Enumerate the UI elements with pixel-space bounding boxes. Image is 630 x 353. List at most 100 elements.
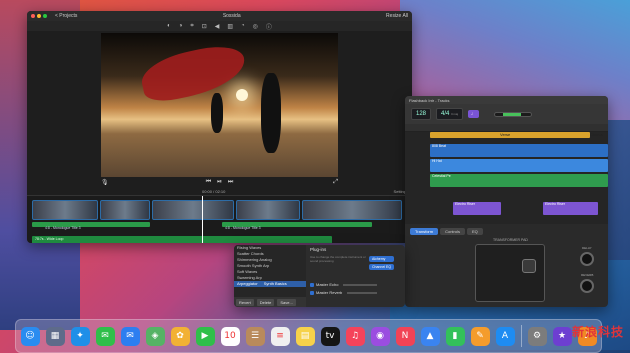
window-title: Sossida [222, 13, 241, 19]
skip-forward-icon[interactable]: ⏭ [228, 179, 233, 186]
transform-title: TRANSFORMER PAD [493, 238, 528, 242]
transformer-pad[interactable] [475, 244, 545, 302]
playhead[interactable] [202, 196, 203, 243]
master-reverb-label: Master Reverb [316, 290, 343, 295]
checkbox-icon[interactable] [310, 282, 314, 287]
track-name: Hi Hat [432, 159, 442, 163]
tracks-area: Verse Chorus 808 Beat Hi Hat Celestial P… [405, 132, 608, 224]
mic-icon[interactable]: 🎙 [101, 179, 109, 186]
news-icon[interactable]: N [395, 326, 415, 346]
alchemy-plugin[interactable]: Alchemy [369, 256, 395, 262]
imovie-icon[interactable]: ★ [552, 326, 572, 346]
clip-label: 4:8 - Monologue Title 3 [225, 226, 261, 230]
person-right [261, 73, 281, 153]
color-balance-icon[interactable]: ◐ [167, 23, 171, 29]
revert-button[interactable]: Revert [236, 298, 254, 306]
speed-icon[interactable]: ◔ [241, 23, 245, 29]
messages-icon[interactable]: ✉ [95, 326, 115, 346]
zoom-button[interactable] [43, 14, 47, 18]
system-preferences-icon[interactable]: ⚙ [527, 326, 547, 346]
video-viewer[interactable] [101, 33, 338, 177]
timeline-clip[interactable] [152, 200, 234, 220]
maps-icon[interactable]: ◈ [145, 326, 165, 346]
reminders-icon[interactable]: ≡ [270, 326, 290, 346]
play-pause-icon[interactable]: ⏯ [217, 179, 222, 186]
keynote-icon[interactable]: ▲ [420, 326, 440, 346]
info-icon[interactable]: ⓘ [266, 22, 272, 31]
timeline[interactable]: 4:8 - Monologue Title 3 4:8 - Monologue … [27, 195, 412, 243]
tab-transform[interactable]: Transform [410, 228, 439, 235]
track-region[interactable] [430, 174, 608, 187]
smart-controls-tabs: Transform Controls EQ [410, 228, 483, 235]
track-region[interactable] [430, 159, 608, 172]
app-store-icon[interactable]: A [495, 326, 515, 346]
timeline-clip[interactable] [236, 200, 300, 220]
key-label: Cmaj [451, 112, 459, 116]
save-button[interactable]: Save... [277, 298, 296, 306]
preset-list[interactable]: Rising Waves Scatter Chords Shimmering A… [234, 245, 306, 297]
fullscreen-icon[interactable]: ⤢ [333, 179, 338, 186]
reverb-slider[interactable] [347, 291, 378, 294]
master-reverb-row: Master Reverb [310, 290, 403, 295]
launchpad-icon[interactable]: ▦ [45, 326, 65, 346]
tuner-icon[interactable]: ♩ [468, 110, 480, 118]
skip-back-icon[interactable]: ⏮ [206, 179, 211, 186]
playback-controls: 🎙 ⏮ ⏯ ⏭ ⤢ [101, 177, 338, 187]
calendar-icon[interactable]: 10 [220, 326, 240, 346]
reverb-knob[interactable] [580, 279, 594, 293]
volume-icon[interactable]: ◀ [215, 23, 220, 30]
music-icon[interactable]: ♫ [345, 326, 365, 346]
crop-icon[interactable]: ⌗ [190, 23, 193, 30]
checkbox-icon[interactable] [310, 290, 314, 295]
track-name: Celestial Pe [432, 174, 451, 178]
tab-eq[interactable]: EQ [466, 228, 483, 235]
sun-glare [236, 89, 248, 101]
safari-icon[interactable]: ✦ [70, 326, 90, 346]
photos-icon[interactable]: ✿ [170, 326, 190, 346]
noise-icon[interactable]: ▥ [227, 23, 233, 30]
delete-button[interactable]: Delete [256, 298, 275, 306]
time-signature: 4/4 [441, 111, 450, 117]
finder-icon[interactable]: ☺ [20, 326, 40, 346]
volume-slider[interactable] [494, 111, 533, 117]
projects-back-button[interactable]: < Projects [55, 13, 77, 19]
track-region[interactable] [430, 144, 608, 157]
tempo-display[interactable]: 128 [411, 108, 432, 120]
watermark-text: 新浪科技 [571, 325, 624, 339]
export-button[interactable]: Resize All [386, 13, 408, 19]
master-echo-row: Master Echo [310, 282, 403, 287]
track-name: Electro Riser [545, 202, 566, 206]
pad-handle[interactable] [522, 259, 536, 273]
filter-icon[interactable]: ◎ [253, 23, 258, 30]
podcasts-icon[interactable]: ◉ [370, 326, 390, 346]
music-track[interactable] [32, 236, 332, 243]
library-panel: Rising Waves Scatter Chords Shimmering A… [234, 245, 405, 307]
garageband-window: Flashback Intr - Tracks 128 4/4 Cmaj ♩ V… [405, 96, 608, 307]
watermark: 新浪科技 [572, 323, 624, 340]
chorus-label: Chorus [590, 132, 603, 137]
channel-eq-plugin[interactable]: Channel EQ [369, 264, 395, 270]
dock-separator [520, 325, 522, 347]
timeline-clip[interactable] [100, 200, 150, 220]
timeline-ruler[interactable] [405, 124, 608, 132]
tab-controls[interactable]: Controls [440, 228, 465, 235]
facetime-icon[interactable]: ▶ [195, 326, 215, 346]
stabilize-icon[interactable]: ⊡ [202, 23, 207, 30]
mail-icon[interactable]: ✉ [120, 326, 140, 346]
echo-slider[interactable] [343, 283, 378, 286]
tv-icon[interactable]: tv [320, 326, 340, 346]
window-title: Flashback Intr - Tracks [409, 97, 450, 103]
pages-icon[interactable]: ✎ [470, 326, 490, 346]
notes-icon[interactable]: ▤ [295, 326, 315, 346]
contacts-icon[interactable]: ☰ [245, 326, 265, 346]
delay-knob[interactable] [580, 252, 594, 266]
color-correct-icon[interactable]: ◑ [179, 23, 183, 29]
verse-label: Verse [500, 132, 511, 137]
numbers-icon[interactable]: ▮ [445, 326, 465, 346]
category-row[interactable]: Arpeggiator Synth Basics [234, 281, 306, 287]
time-signature-display[interactable]: 4/4 Cmaj [436, 108, 464, 120]
timeline-clip[interactable] [302, 200, 402, 220]
timeline-clip[interactable] [32, 200, 98, 220]
minimize-button[interactable] [37, 14, 41, 18]
close-button[interactable] [31, 14, 35, 18]
